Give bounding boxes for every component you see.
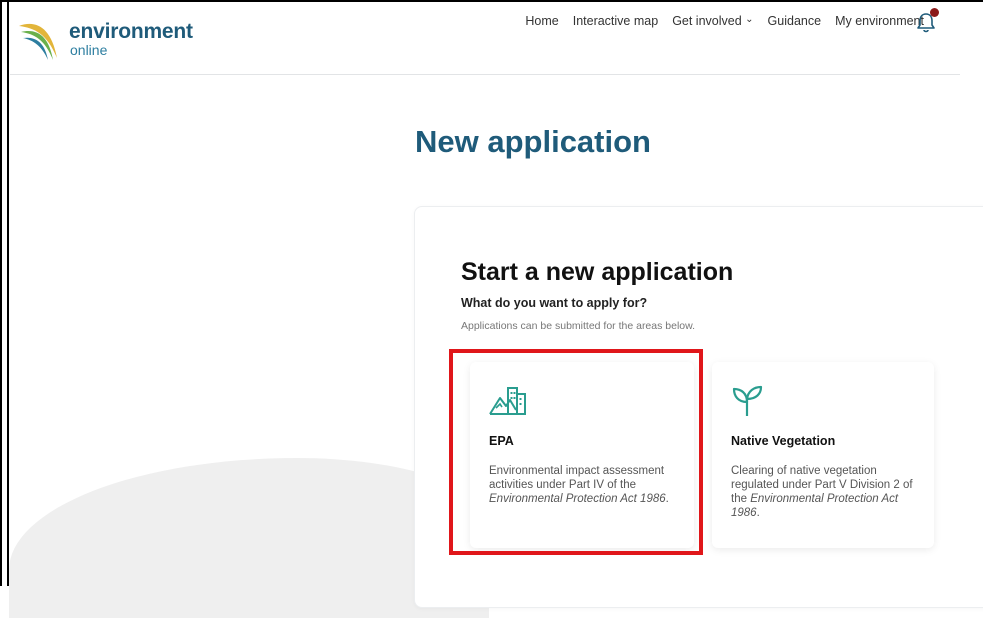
page-title: New application xyxy=(415,124,651,159)
native-vegetation-card-description: Clearing of native vegetation regulated … xyxy=(731,464,921,520)
panel-subtitle: What do you want to apply for? xyxy=(461,296,648,310)
site-header: environment online Home Interactive map … xyxy=(10,2,960,75)
logo-secondary-text: online xyxy=(70,42,108,58)
native-vegetation-application-card[interactable]: Native Vegetation Clearing of native veg… xyxy=(712,362,934,548)
main-navigation: Home Interactive map Get involved ⌄ Guid… xyxy=(525,14,924,28)
frame-left-border xyxy=(7,0,9,586)
notification-badge xyxy=(930,8,939,17)
nav-my-environment[interactable]: My environment xyxy=(835,14,924,28)
nav-interactive-map[interactable]: Interactive map xyxy=(573,14,658,28)
nav-home[interactable]: Home xyxy=(525,14,558,28)
nav-get-involved-label: Get involved xyxy=(672,14,742,28)
nv-desc-end: . xyxy=(756,507,760,519)
site-logo[interactable]: environment online xyxy=(17,18,217,62)
native-vegetation-card-title: Native Vegetation xyxy=(731,434,836,448)
notifications-button[interactable] xyxy=(916,8,940,34)
logo-swoosh-icon xyxy=(19,23,57,60)
panel-note: Applications can be submitted for the ar… xyxy=(461,320,696,332)
chevron-down-icon: ⌄ xyxy=(745,14,754,25)
nav-get-involved[interactable]: Get involved ⌄ xyxy=(672,14,753,28)
highlight-annotation-box xyxy=(449,349,703,555)
nav-guidance[interactable]: Guidance xyxy=(768,14,822,28)
panel-title: Start a new application xyxy=(461,258,734,286)
logo-primary-text: environment xyxy=(69,20,193,43)
sprout-icon xyxy=(732,385,763,416)
